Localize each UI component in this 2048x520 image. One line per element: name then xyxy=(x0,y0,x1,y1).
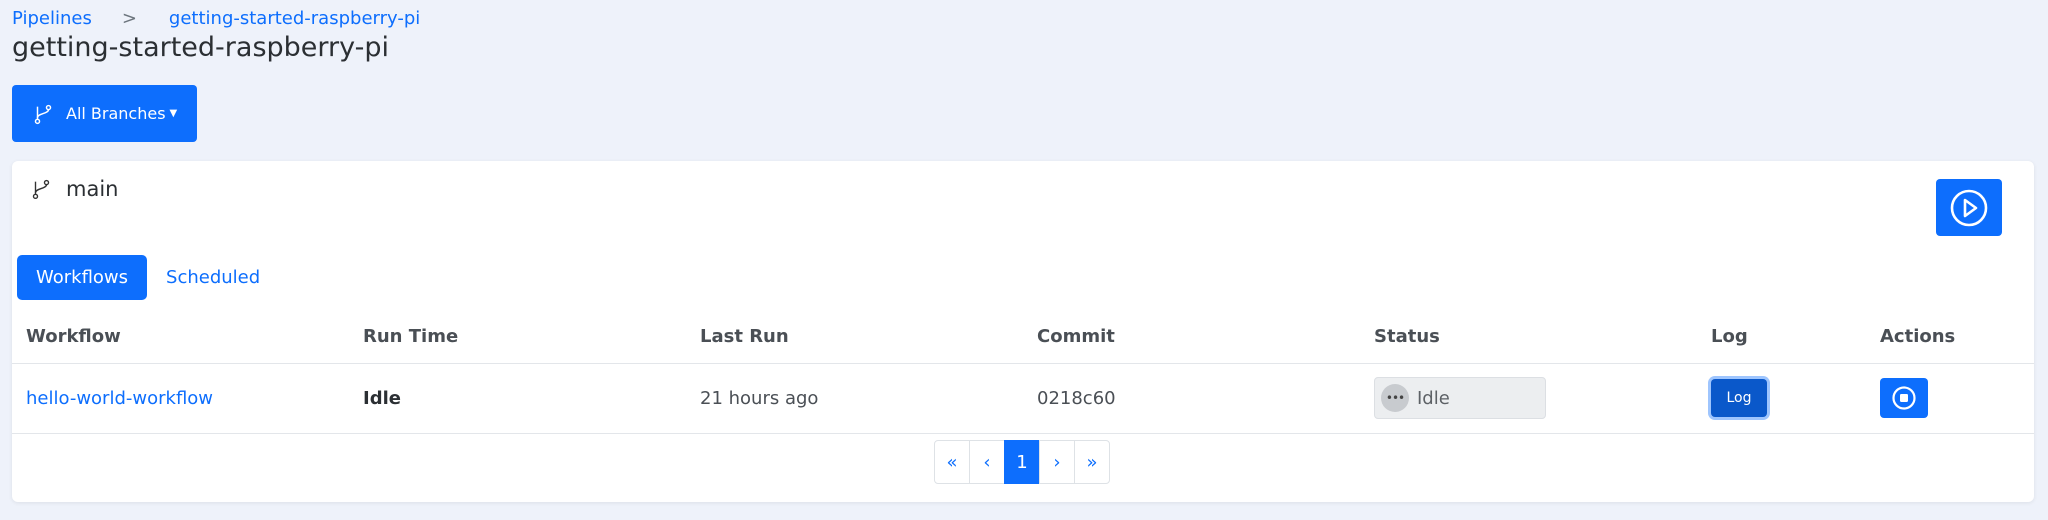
all-branches-label: All Branches xyxy=(66,104,166,123)
header-log: Log xyxy=(1697,311,1866,364)
tab-scheduled[interactable]: Scheduled xyxy=(147,255,279,300)
workflow-link[interactable]: hello-world-workflow xyxy=(26,388,213,409)
pagination: « ‹ 1 › » xyxy=(934,440,1110,484)
header-actions: Actions xyxy=(1866,311,2034,364)
workflow-cell: hello-world-workflow xyxy=(12,363,349,434)
header-commit: Commit xyxy=(1023,311,1360,364)
header-run-time: Run Time xyxy=(349,311,686,364)
branch-header: main xyxy=(30,177,118,201)
git-branch-icon xyxy=(34,104,52,124)
all-branches-dropdown[interactable]: All Branches ▼ xyxy=(12,85,197,142)
header-workflow: Workflow xyxy=(12,311,349,364)
status-text: Idle xyxy=(1417,387,1450,409)
header-last-run: Last Run xyxy=(686,311,1023,364)
status-cell: ••• Idle xyxy=(1360,363,1697,434)
branch-name: main xyxy=(66,177,119,201)
page-title: getting-started-raspberry-pi xyxy=(12,32,390,63)
header-status: Status xyxy=(1360,311,1697,364)
run-pipeline-button[interactable] xyxy=(1936,179,2002,236)
status-badge: ••• Idle xyxy=(1374,377,1546,419)
log-cell: Log xyxy=(1697,363,1866,434)
breadcrumb-separator: > xyxy=(121,8,137,29)
workflows-table: Workflow Run Time Last Run Commit Status… xyxy=(12,311,2034,434)
breadcrumb-pipelines-link[interactable]: Pipelines xyxy=(12,8,92,29)
page-current-button[interactable]: 1 xyxy=(1004,440,1040,484)
run-time-cell: Idle xyxy=(349,363,686,434)
commit-cell: 0218c60 xyxy=(1023,363,1360,434)
caret-down-icon: ▼ xyxy=(169,108,178,119)
branch-card: main Workflows Scheduled Workflow Run Ti… xyxy=(12,161,2034,502)
table-row: hello-world-workflow Idle 21 hours ago 0… xyxy=(12,363,2034,434)
page-prev-button[interactable]: ‹ xyxy=(969,440,1005,484)
breadcrumb: Pipelines > getting-started-raspberry-pi xyxy=(12,8,420,29)
git-branch-icon xyxy=(32,179,50,200)
actions-cell xyxy=(1866,363,2034,434)
page-first-button[interactable]: « xyxy=(934,440,970,484)
stop-workflow-button[interactable] xyxy=(1880,378,1928,418)
page-last-button[interactable]: » xyxy=(1074,440,1110,484)
log-button[interactable]: Log xyxy=(1711,379,1767,417)
table-header-row: Workflow Run Time Last Run Commit Status… xyxy=(12,311,2034,364)
tabs: Workflows Scheduled xyxy=(17,255,279,300)
play-circle-icon xyxy=(1950,189,1988,226)
stop-circle-icon xyxy=(1892,386,1916,410)
breadcrumb-current-link[interactable]: getting-started-raspberry-pi xyxy=(169,8,420,29)
page-next-button[interactable]: › xyxy=(1039,440,1075,484)
tab-workflows[interactable]: Workflows xyxy=(17,255,148,300)
idle-dots-icon: ••• xyxy=(1381,384,1409,412)
last-run-cell: 21 hours ago xyxy=(686,363,1023,434)
